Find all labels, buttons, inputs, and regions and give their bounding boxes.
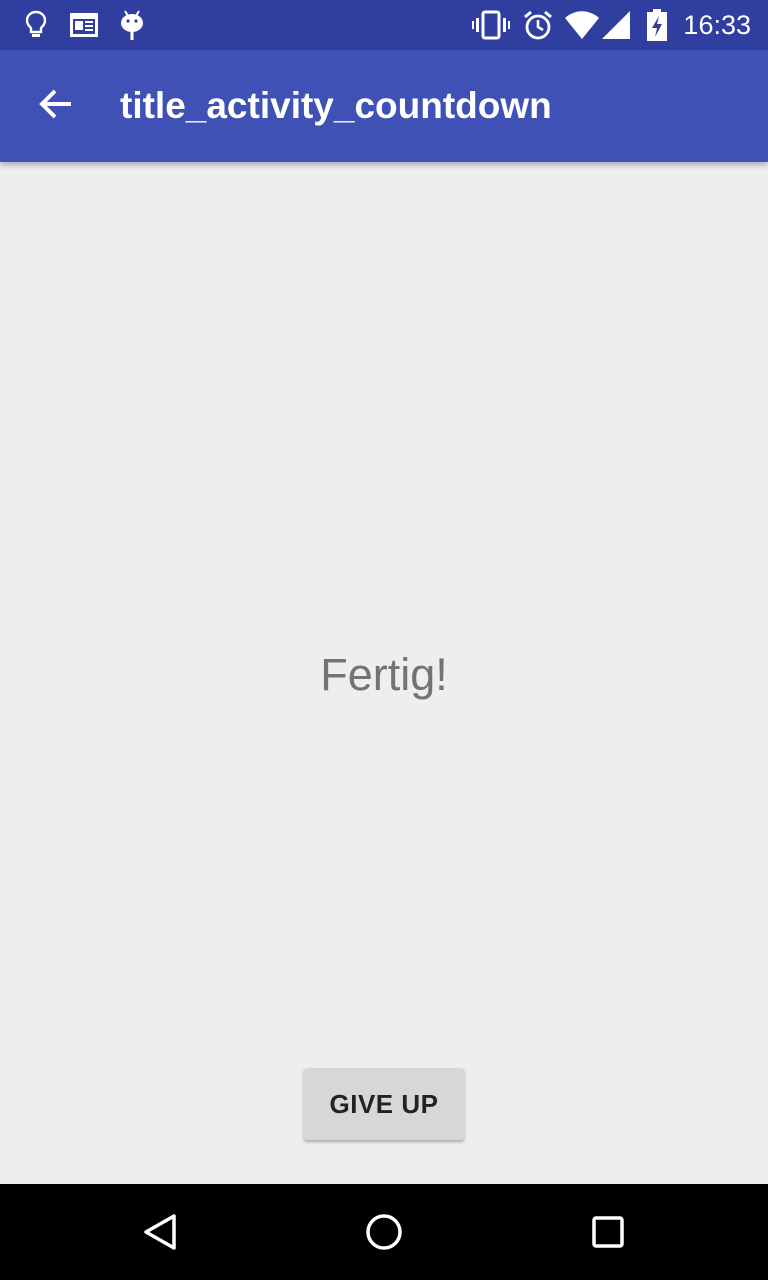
back-button[interactable] bbox=[24, 74, 88, 138]
signal-icon bbox=[600, 9, 632, 46]
wifi-icon bbox=[564, 9, 600, 46]
give-up-button[interactable]: GIVE UP bbox=[304, 1068, 464, 1140]
vibrate-icon bbox=[472, 9, 510, 46]
alarm-icon bbox=[522, 9, 554, 46]
lightbulb-icon bbox=[24, 9, 48, 46]
back-triangle-icon[interactable] bbox=[136, 1208, 184, 1256]
main-content: Fertig! GIVE UP bbox=[0, 162, 768, 1184]
news-icon bbox=[68, 9, 100, 46]
countdown-text: Fertig! bbox=[320, 649, 448, 700]
navigation-bar bbox=[0, 1184, 768, 1280]
page-title: title_activity_countdown bbox=[120, 85, 552, 126]
recents-square-icon[interactable] bbox=[584, 1208, 632, 1256]
battery-charging-icon bbox=[646, 9, 668, 46]
arrow-back-icon bbox=[39, 88, 73, 125]
status-bar: 16:33 bbox=[0, 0, 768, 50]
home-circle-icon[interactable] bbox=[360, 1208, 408, 1256]
android-icon bbox=[118, 9, 146, 48]
app-bar: title_activity_countdown bbox=[0, 50, 768, 162]
status-time: 16:33 bbox=[683, 10, 751, 40]
